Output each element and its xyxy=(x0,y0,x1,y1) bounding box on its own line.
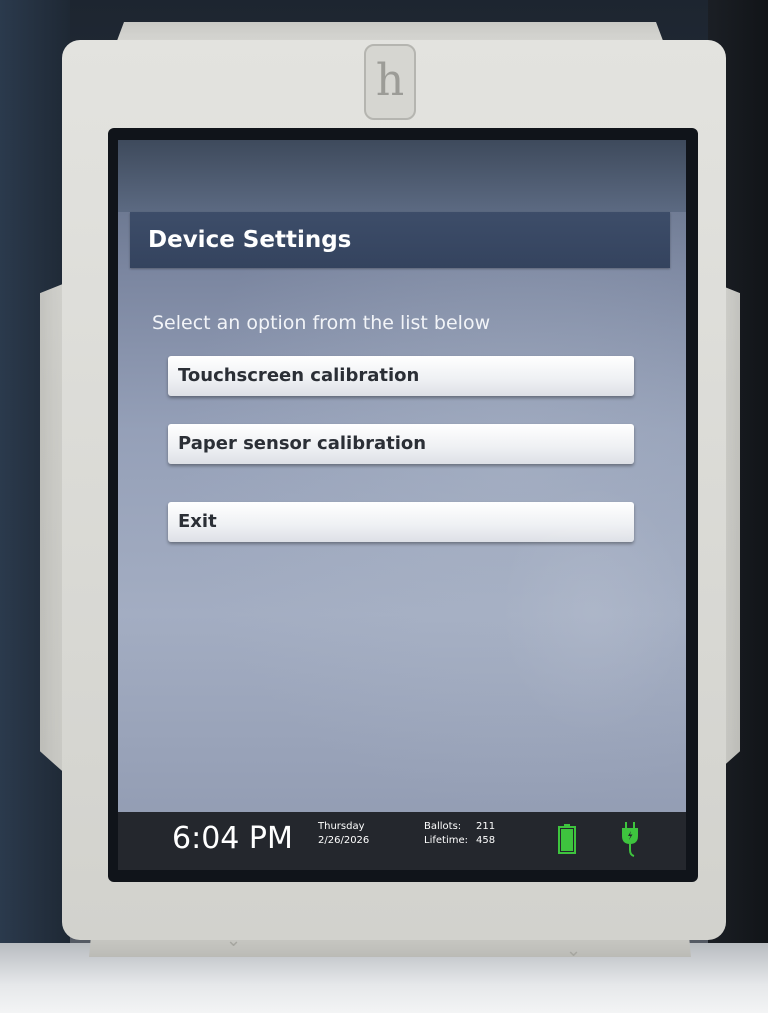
lifetime-value: 458 xyxy=(476,835,496,846)
battery-full-icon xyxy=(558,824,576,854)
exit-button[interactable]: Exit xyxy=(168,502,634,542)
touchscreen-calibration-button[interactable]: Touchscreen calibration xyxy=(168,356,634,396)
ballots-value: 211 xyxy=(476,821,496,832)
ballot-counts: Ballots: 211 Lifetime: 458 xyxy=(424,820,495,848)
bezel-arrow-left-icon: ⌄ xyxy=(226,930,242,951)
ballots-row: Ballots: 211 xyxy=(424,820,495,834)
lifetime-row: Lifetime: 458 xyxy=(424,834,495,848)
bezel-arrow-right-icon: ⌄ xyxy=(566,940,582,961)
lifetime-label: Lifetime: xyxy=(424,835,468,846)
date-value: 2/26/2026 xyxy=(318,835,370,846)
screen-header-strip xyxy=(118,140,686,212)
clock-time: 6:04 PM xyxy=(172,821,293,856)
page-title: Device Settings xyxy=(148,227,352,253)
ac-power-plug-icon xyxy=(622,822,638,857)
day-of-week: Thursday xyxy=(318,821,365,832)
device-logo-glyph: h xyxy=(375,55,405,106)
ballots-label: Ballots: xyxy=(424,821,462,832)
status-bar: 6:04 PM Thursday 2/26/2026 Ballots: 211 … xyxy=(118,812,686,870)
touchscreen: Device Settings Select an option from th… xyxy=(118,140,686,870)
date-block: Thursday 2/26/2026 xyxy=(318,820,369,848)
paper-sensor-calibration-button[interactable]: Paper sensor calibration xyxy=(168,424,634,464)
title-bar: Device Settings xyxy=(130,212,670,268)
device-logo: h xyxy=(364,44,416,120)
instruction-text: Select an option from the list below xyxy=(152,312,491,334)
